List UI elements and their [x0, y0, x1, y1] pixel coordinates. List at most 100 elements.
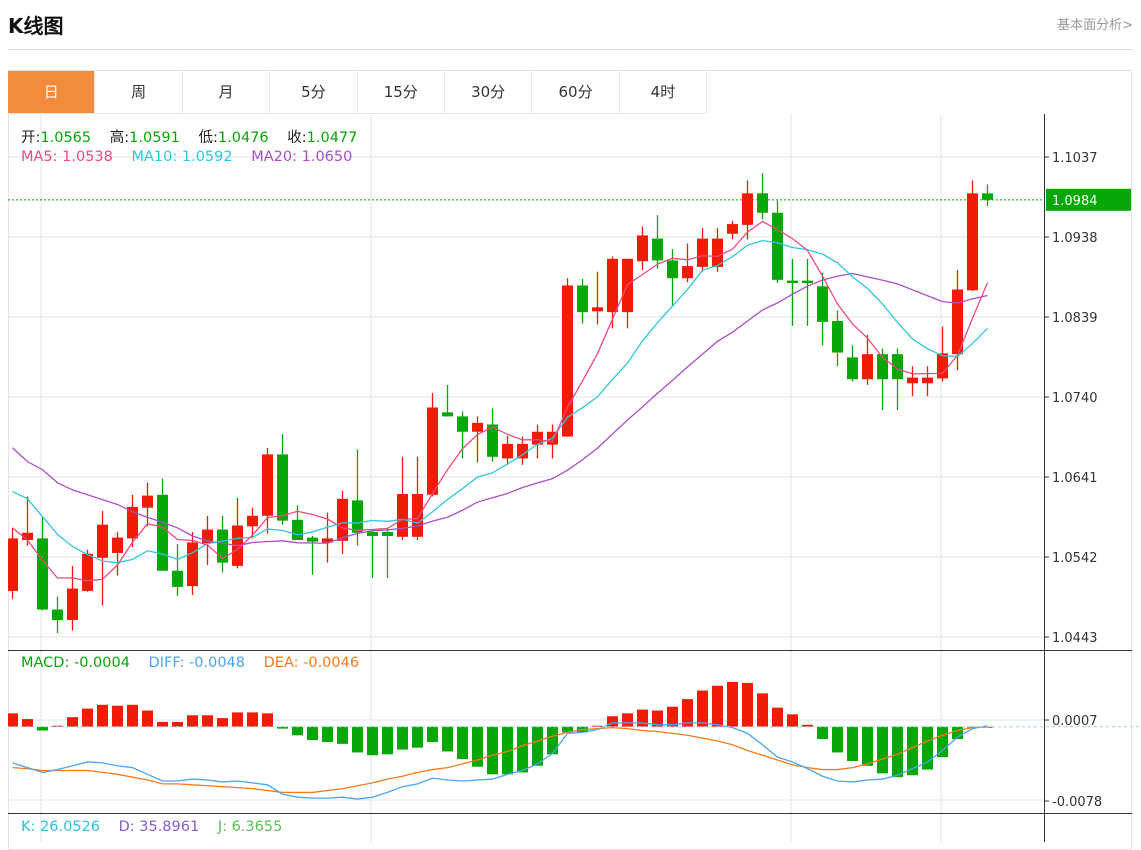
macd-bar: [8, 713, 18, 727]
candle: [277, 434, 288, 525]
candle-body: [382, 531, 393, 536]
candle: [487, 408, 498, 462]
candle-body: [142, 495, 153, 508]
macd-bar: [127, 704, 138, 727]
candle: [967, 180, 978, 292]
tab-month[interactable]: 月: [182, 71, 271, 114]
candle-body: [97, 524, 108, 558]
macd-bar: [847, 726, 858, 761]
macd-bar: [532, 726, 543, 766]
candle: [502, 435, 513, 465]
macd-bar: [697, 690, 708, 727]
macd-bar: [292, 726, 303, 736]
macd-value: MACD: -0.0004: [21, 655, 130, 671]
candle: [742, 180, 753, 240]
candle: [532, 424, 543, 459]
tab-30min[interactable]: 30分: [444, 71, 533, 114]
candle-body: [562, 285, 573, 437]
candle-body: [472, 422, 483, 432]
candle: [847, 345, 858, 382]
macd-legend: MACD: -0.0004 DIFF: -0.0048 DEA: -0.0046: [21, 655, 359, 671]
low-value: 1.0476: [217, 130, 269, 146]
high-value: 1.0591: [129, 130, 180, 146]
dea-value: DEA: -0.0046: [263, 655, 360, 671]
candle: [802, 258, 813, 326]
candle-body: [457, 416, 468, 432]
candle: [262, 447, 273, 534]
candle: [247, 507, 258, 539]
candle-body: [37, 538, 48, 610]
candle-body: [922, 377, 933, 384]
close-label: 收:: [287, 130, 307, 146]
candle: [442, 384, 453, 417]
macd-bar: [262, 713, 273, 727]
candle-body: [292, 519, 303, 541]
macd-bar: [322, 726, 333, 742]
tab-60min[interactable]: 60分: [532, 71, 620, 114]
candle: [472, 416, 483, 463]
candle-body: [652, 238, 663, 261]
candle-body: [352, 500, 363, 533]
macd-bar: [202, 715, 213, 727]
price-tick-label: 1.0839: [1052, 311, 1098, 326]
macd-bar: [817, 726, 828, 740]
macd-bar: [727, 681, 738, 727]
candle: [907, 366, 918, 397]
candle-body: [187, 542, 198, 587]
candle-body: [157, 494, 168, 571]
candle-body: [757, 193, 768, 213]
macd-bar: [97, 704, 108, 727]
candle-body: [937, 353, 948, 379]
candle-body: [862, 354, 873, 380]
macd-bar: [832, 726, 843, 753]
candle-body: [112, 537, 123, 553]
macd-bar: [232, 712, 243, 727]
macd-bar: [412, 726, 423, 748]
candle-body: [817, 286, 828, 322]
macd-bar: [457, 726, 468, 760]
candle: [562, 278, 573, 437]
candle: [412, 456, 423, 541]
candle-body: [8, 538, 18, 591]
candle: [427, 392, 438, 497]
candle: [307, 535, 318, 575]
candle-body: [832, 321, 843, 353]
open-value: 1.0565: [40, 130, 92, 146]
macd-bar: [187, 715, 198, 727]
kdj-d-value: D: 35.8961: [118, 819, 200, 835]
candle: [652, 215, 663, 269]
macd-bar: [82, 708, 93, 727]
macd-bar: [757, 693, 768, 727]
candle-body: [397, 493, 408, 537]
high-label: 高:: [109, 130, 130, 146]
tab-4hour[interactable]: 4时: [619, 71, 708, 114]
macd-bar: [22, 719, 33, 727]
candle-body: [637, 235, 648, 262]
ma10-legend: MA10: 1.0592: [131, 149, 233, 165]
candle: [142, 482, 153, 527]
kline-chart[interactable]: 1.1037 1.0938 1.0839 1.0740 1.0641 1.0542 1.04…: [8, 114, 1141, 842]
macd-bar: [172, 721, 183, 727]
macd-bar: [877, 726, 888, 774]
candle: [97, 510, 108, 606]
current-price-label: 1.0984: [1052, 194, 1098, 209]
candle: [172, 544, 183, 596]
tab-day[interactable]: 日: [8, 71, 96, 114]
macd-bar: [427, 726, 438, 742]
candle: [457, 411, 468, 459]
candle-body: [607, 258, 618, 313]
tab-5min[interactable]: 5分: [270, 71, 358, 114]
tab-15min[interactable]: 15分: [357, 71, 445, 114]
candle-body: [247, 515, 258, 527]
candle: [667, 249, 678, 306]
low-label: 低:: [198, 130, 218, 146]
tab-week[interactable]: 周: [95, 71, 183, 114]
candle-body: [802, 280, 813, 284]
candle: [517, 436, 528, 465]
candle-body: [52, 609, 63, 621]
candle-body: [307, 537, 318, 542]
fundamental-analysis-link[interactable]: 基本面分析>: [1057, 14, 1133, 33]
header-divider: [8, 49, 1133, 50]
candle-body: [907, 377, 918, 384]
macd-bar: [442, 726, 453, 752]
